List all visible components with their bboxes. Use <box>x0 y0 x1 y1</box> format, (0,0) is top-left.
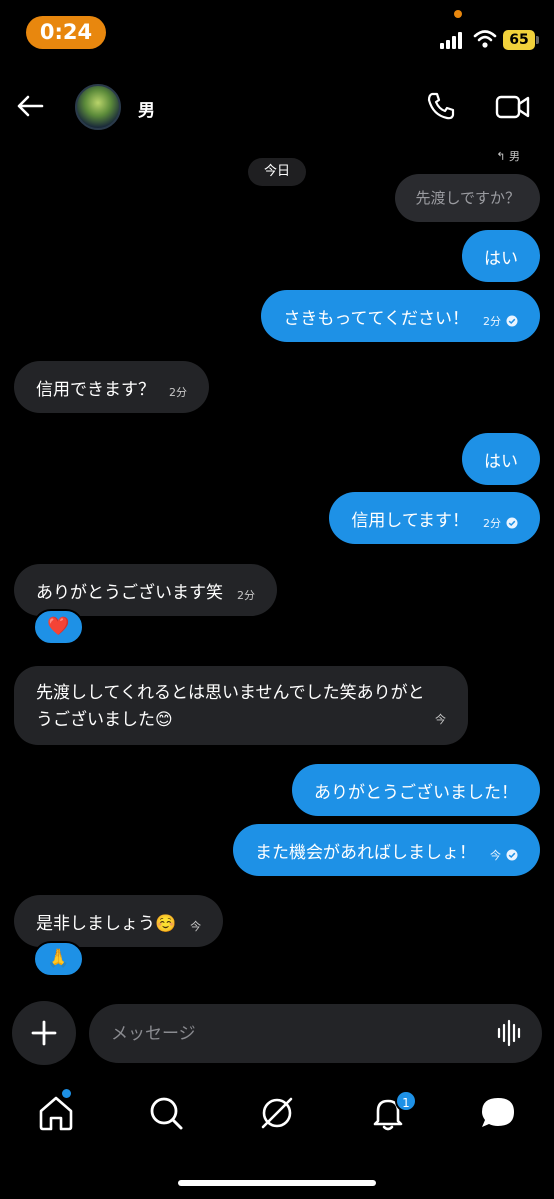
message-time: 今 <box>190 920 202 933</box>
plus-icon <box>31 1020 57 1046</box>
battery-level: 65 <box>503 30 535 50</box>
message-text: 信用できます？ <box>36 379 155 400</box>
explore-compass-icon[interactable] <box>257 1093 297 1133</box>
status-time: 0:24 <box>26 16 106 49</box>
message-text: ありがとうございました！ <box>314 782 518 803</box>
battery-tip <box>536 36 539 44</box>
message-bubble-sent[interactable]: ありがとうございました！ <box>292 764 540 816</box>
message-input[interactable] <box>111 1004 471 1063</box>
contact-name[interactable]: 男 <box>138 96 155 121</box>
message-time: 今 <box>435 713 446 726</box>
message-bubble-sent[interactable]: 信用してます！ 2分 <box>329 492 540 544</box>
message-bubble-received[interactable]: 先渡ししてくれるとは思いませんでした笑ありがと うございました😊 今 <box>14 666 468 745</box>
message-text: また機会があればしましょ！ <box>255 842 476 863</box>
bottom-tab-bar <box>0 1085 554 1145</box>
home-icon[interactable] <box>36 1093 76 1133</box>
message-bubble-sent[interactable]: また機会があればしましょ！ 今 <box>233 824 540 876</box>
message-time: 今 <box>490 849 501 862</box>
message-bubble-received[interactable]: 信用できます？ 2分 <box>14 361 209 413</box>
message-text: 是非しましょう☺️ <box>36 913 177 934</box>
day-separator: 今日 <box>248 158 306 186</box>
message-text: 信用してます！ <box>351 510 469 531</box>
quoted-message[interactable]: 先渡しですか？ <box>395 174 540 222</box>
read-check-icon <box>506 849 518 861</box>
home-unread-dot <box>62 1089 71 1098</box>
back-arrow-icon[interactable] <box>14 90 46 122</box>
home-indicator <box>178 1180 376 1186</box>
message-text-line: 先渡ししてくれるとは思いませんでした笑ありがと <box>36 683 425 703</box>
notifications-badge: 1 <box>395 1090 417 1112</box>
message-composer <box>89 1004 542 1063</box>
contact-avatar[interactable] <box>75 84 121 130</box>
cellular-signal-icon <box>440 31 466 49</box>
recording-indicator-dot <box>454 10 462 18</box>
message-text: はい <box>484 451 518 472</box>
heart-reaction[interactable]: ❤️ <box>33 609 84 645</box>
attach-plus-button[interactable] <box>12 1001 76 1065</box>
reply-to-label: ↰ 男 <box>496 150 520 163</box>
message-text: ありがとうございます笑 <box>36 582 223 603</box>
message-bubble-sent[interactable]: はい <box>462 433 540 485</box>
message-bubble-sent[interactable]: はい <box>462 230 540 282</box>
message-time: 2分 <box>169 386 187 399</box>
video-call-icon[interactable] <box>495 92 531 122</box>
chat-header: 男 <box>0 70 554 150</box>
read-check-icon <box>506 517 518 529</box>
wifi-icon <box>473 30 497 48</box>
message-bubble-sent[interactable]: さきもっててください！ 2分 <box>261 290 540 342</box>
message-time: 2分 <box>483 315 501 328</box>
message-time: 2分 <box>237 589 255 602</box>
messages-chat-icon[interactable] <box>478 1093 518 1133</box>
message-text: さきもっててください！ <box>283 308 469 329</box>
search-icon[interactable] <box>146 1093 186 1133</box>
voice-message-icon[interactable] <box>496 1018 524 1048</box>
message-text: はい <box>484 248 518 269</box>
status-bar: 0:24 65 <box>0 0 554 70</box>
message-time: 2分 <box>483 517 501 530</box>
read-check-icon <box>506 315 518 327</box>
phone-call-icon[interactable] <box>425 90 457 122</box>
pray-reaction[interactable]: 🙏 <box>33 941 84 977</box>
message-bubble-received[interactable]: 是非しましょう☺️ 今 <box>14 895 224 947</box>
message-text-line: うございました😊 <box>36 710 173 730</box>
